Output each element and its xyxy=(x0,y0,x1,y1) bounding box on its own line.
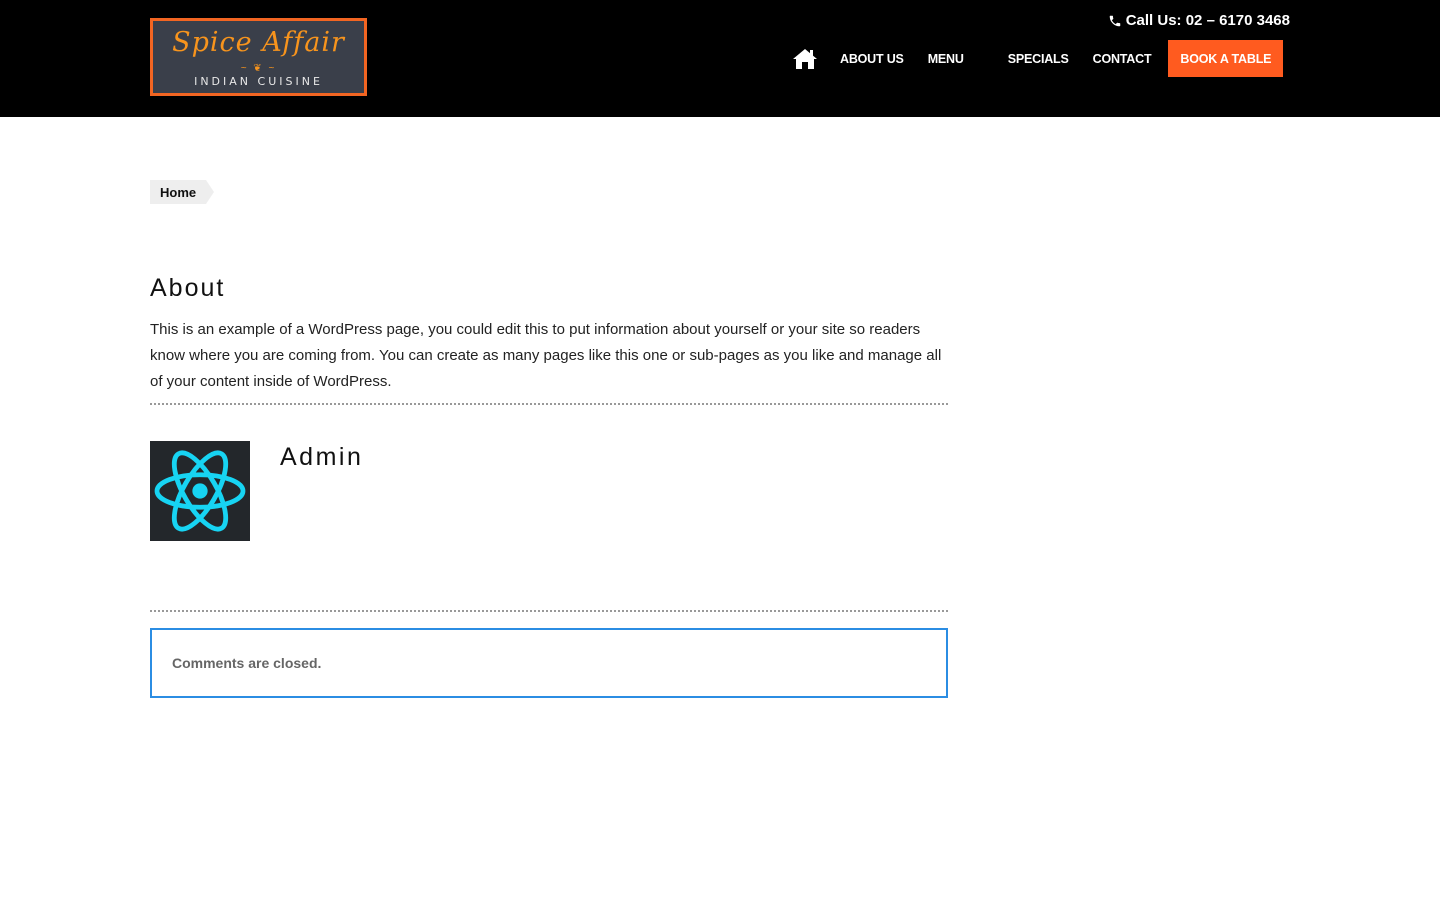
nav-about-us[interactable]: ABOUT US xyxy=(840,52,904,66)
nav-specials[interactable]: SPECIALS xyxy=(1008,52,1069,66)
breadcrumb: Home xyxy=(150,180,215,204)
logo-script: Spice Affair xyxy=(172,27,345,58)
react-atom-icon xyxy=(154,450,246,532)
phone-text: Call Us: 02 – 6170 3468 xyxy=(1125,12,1290,29)
page-body: This is an example of a WordPress page, … xyxy=(150,321,942,390)
comments-status: Comments are closed. xyxy=(172,655,322,671)
breadcrumb-arrow xyxy=(206,180,215,204)
page-content: About This is an example of a WordPress … xyxy=(150,274,948,395)
home-icon xyxy=(793,48,817,69)
nav-contact[interactable]: CONTACT xyxy=(1093,52,1152,66)
main-nav: ABOUT US MENU SPECIALS CONTACT BOOK A TA… xyxy=(792,40,1284,77)
site-logo[interactable]: Spice Affair ~ ❦ ~ INDIAN CUISINE xyxy=(150,18,367,96)
content-divider xyxy=(150,403,948,405)
phone-number[interactable]: Call Us: 02 – 6170 3468 xyxy=(1108,12,1290,29)
breadcrumb-home[interactable]: Home xyxy=(150,180,207,204)
book-a-table-button[interactable]: BOOK A TABLE xyxy=(1168,40,1284,77)
page-title: About xyxy=(150,274,226,302)
comments-status-box: Comments are closed. xyxy=(150,628,948,698)
nav-menu[interactable]: MENU xyxy=(928,52,964,66)
nav-home[interactable] xyxy=(792,48,818,70)
avatar[interactable] xyxy=(150,441,250,541)
author-divider xyxy=(150,610,948,612)
site-header: Spice Affair ~ ❦ ~ INDIAN CUISINE Call U… xyxy=(0,0,1440,117)
author-box: Admin xyxy=(150,441,363,541)
author-name[interactable]: Admin xyxy=(280,443,363,541)
logo-subtitle: INDIAN CUISINE xyxy=(194,75,323,88)
logo-ornament: ~ ❦ ~ xyxy=(240,63,277,74)
phone-icon xyxy=(1109,15,1120,26)
